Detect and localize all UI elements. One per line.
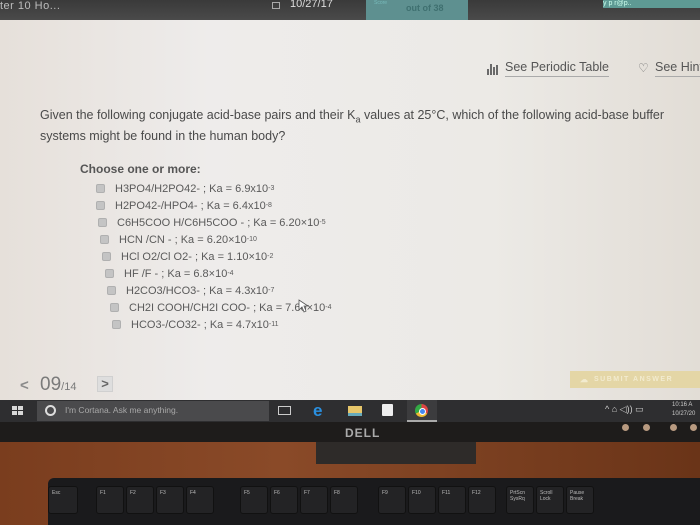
keyboard: Esc F1 F2 F3 F4 F5 F6 F7 F8 F9 F10 F11 F… [48,478,700,525]
keyboard-key: F7 [300,486,328,514]
question-counter: 09/14 [40,374,77,395]
see-hint-link[interactable]: See Hint [655,60,700,77]
keyboard-key: F10 [408,486,436,514]
app-header: ter 10 Ho... 10/27/17 Score out of 38 y … [0,0,700,20]
keyboard-key: F12 [468,486,496,514]
answer-option[interactable]: HCl O2/Cl O2- ; Ka = 1.10×10 -2 [102,248,331,265]
option-label: HF /F - ; Ka = 6.8×10 [124,267,228,280]
keyboard-key: Scroll Lock [536,486,564,514]
option-checkbox[interactable] [102,252,111,261]
file-explorer-icon[interactable] [348,406,362,416]
score-label: Score [374,0,388,6]
option-checkbox[interactable] [107,286,116,295]
keyboard-key: F9 [378,486,406,514]
lightbulb-icon: ♡ [638,61,649,75]
keyboard-key: F5 [240,486,268,514]
periodic-table-icon [487,63,500,75]
helper-links: See Periodic Table ♡ See Hint [0,60,700,80]
task-view-icon[interactable] [278,406,291,415]
see-periodic-table-link[interactable]: See Periodic Table [505,60,610,77]
question-text: Given the following conjugate acid-base … [40,108,665,143]
due-date: 10/27/17 [290,0,333,10]
system-tray-icons[interactable]: ^ ⌂ ◁)) ▭ [605,404,644,415]
monitor-bezel: DELL [0,422,700,442]
keyboard-key: F8 [330,486,358,514]
chrome-icon [415,404,428,417]
option-label: H2CO3/HCO3- ; Ka = 4.3x10 [126,284,269,297]
option-label: HCN /CN - ; Ka = 6.20×10 [119,233,247,246]
cortana-icon [45,405,56,416]
keyboard-key: PrtScn SysRq [506,486,534,514]
keyboard-key: Pause Break [566,486,594,514]
answer-option[interactable]: H2CO3/HCO3- ; Ka = 4.3x10 -7 [107,282,331,299]
score-box: Score out of 38 [366,0,468,20]
option-checkbox[interactable] [98,218,107,227]
option-label: H3PO4/H2PO42- ; Ka = 6.9x10 [115,182,269,195]
answer-option[interactable]: HF /F - ; Ka = 6.8×10 -4 [105,265,331,282]
option-label: C6H5COO H/C6H5COO - ; Ka = 6.20×10 [117,216,320,229]
monitor-button [690,424,697,431]
user-menu[interactable]: y p r@p.. [603,0,700,8]
answer-option[interactable]: HCO3-/CO32- ; Ka = 4.7x10 -11 [112,316,331,333]
option-checkbox[interactable] [96,201,105,210]
mouse-cursor-icon [298,299,310,313]
keyboard-key: F1 [96,486,124,514]
dell-logo: DELL [345,426,381,440]
windows-start-icon[interactable] [12,406,23,416]
keyboard-key: F2 [126,486,154,514]
option-checkbox[interactable] [105,269,114,278]
previous-question-button[interactable]: < [20,377,29,394]
option-label: HCO3-/CO32- ; Ka = 4.7x10 [131,318,269,331]
option-checkbox[interactable] [100,235,109,244]
calendar-icon [272,2,280,9]
option-label: H2PO42-/HPO4- ; Ka = 6.4x10 [115,199,266,212]
keyboard-key: F4 [186,486,214,514]
upload-cloud-icon: ☁ [580,375,590,384]
monitor-button [670,424,677,431]
answer-option[interactable]: HCN /CN - ; Ka = 6.20×10 -10 [100,231,331,248]
submit-answer-button[interactable]: ☁ SUBMIT ANSWER [570,371,700,388]
answer-option[interactable]: H2PO42-/HPO4- ; Ka = 6.4x10 -8 [96,197,331,214]
breadcrumb[interactable]: ter 10 Ho... [0,0,60,12]
next-question-button[interactable]: > [97,376,113,392]
keyboard-key: F11 [438,486,466,514]
cortana-search-box[interactable]: I'm Cortana. Ask me anything. [37,401,269,421]
option-label: CH2I COOH/CH2I COO- ; Ka = 7.60×10 [129,301,326,314]
option-checkbox[interactable] [110,303,119,312]
answer-options: H3PO4/H2PO42- ; Ka = 6.9x10 -3 H2PO42-/HP… [96,180,331,333]
monitor-button [643,424,650,431]
score-text: out of 38 [406,3,444,13]
answer-option[interactable]: C6H5COO H/C6H5COO - ; Ka = 6.20×10 -5 [98,214,331,231]
keyboard-key: Esc [48,486,78,514]
store-icon[interactable] [382,404,393,416]
keyboard-key: F3 [156,486,184,514]
instruction-label: Choose one or more: [80,162,201,176]
windows-taskbar: I'm Cortana. Ask me anything. e ^ ⌂ ◁)) … [0,400,700,422]
option-checkbox[interactable] [96,184,105,193]
answer-option[interactable]: H3PO4/H2PO42- ; Ka = 6.9x10 -3 [96,180,331,197]
taskbar-clock[interactable]: 10:16 A 10/27/20 [672,401,695,419]
option-checkbox[interactable] [112,320,121,329]
keyboard-key: F6 [270,486,298,514]
option-label: HCl O2/Cl O2- ; Ka = 1.10×10 [121,250,268,263]
monitor-button [622,424,629,431]
question-page: See Periodic Table ♡ See Hint Given the … [0,20,700,400]
edge-browser-icon[interactable]: e [313,401,322,421]
chrome-taskbar-button[interactable] [407,400,437,422]
cortana-placeholder: I'm Cortana. Ask me anything. [65,405,179,415]
monitor-stand [316,442,476,464]
